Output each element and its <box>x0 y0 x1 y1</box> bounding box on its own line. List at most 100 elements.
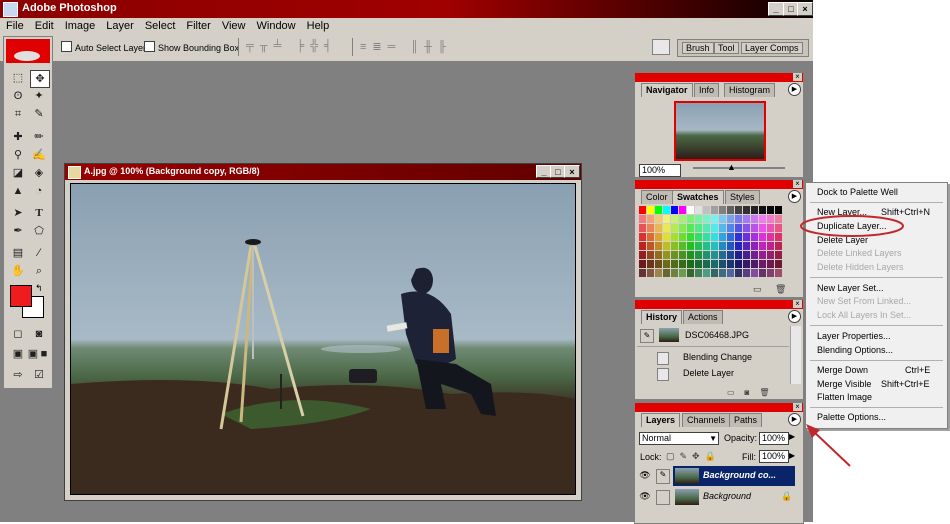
color-swatch[interactable] <box>639 233 646 241</box>
color-swatch[interactable] <box>735 251 742 259</box>
menu-item-blending-options[interactable]: Blending Options... <box>817 345 893 355</box>
layers-panel-titlebar[interactable]: × <box>635 403 803 412</box>
color-swatch[interactable] <box>751 206 758 214</box>
color-swatch[interactable] <box>711 260 718 268</box>
history-item[interactable]: Delete Layer <box>637 366 789 382</box>
navigator-menu-arrow-icon[interactable]: ▶ <box>788 83 801 96</box>
bounding-box-checkbox[interactable] <box>144 41 155 52</box>
color-swatch[interactable] <box>727 233 734 241</box>
color-swatch[interactable] <box>687 269 694 277</box>
color-swatch[interactable] <box>727 269 734 277</box>
color-swatch[interactable] <box>727 242 734 250</box>
lock-options-icons[interactable]: ▢✎✥🔒 <box>666 451 721 462</box>
history-snapshot-row[interactable]: ✎ DSC06468.JPG <box>637 326 789 347</box>
color-swatch[interactable] <box>743 206 750 214</box>
color-swatch[interactable] <box>695 215 702 223</box>
history-brush-tool-icon[interactable]: ✍ <box>30 147 48 163</box>
menu-item-layer-properties[interactable]: Layer Properties... <box>817 331 891 341</box>
tab-actions[interactable]: Actions <box>683 310 723 324</box>
link-box[interactable] <box>656 490 670 505</box>
color-swatch[interactable] <box>679 260 686 268</box>
color-swatch[interactable] <box>679 224 686 232</box>
history-close-icon[interactable]: × <box>793 300 802 308</box>
color-swatch[interactable] <box>663 260 670 268</box>
color-swatch[interactable] <box>759 233 766 241</box>
align-buttons-group[interactable]: ╤╥╧ ╞╬╡ <box>246 40 338 52</box>
color-swatch[interactable] <box>719 242 726 250</box>
tab-layers[interactable]: Layers <box>641 413 681 427</box>
color-swatch[interactable] <box>711 242 718 250</box>
menu-image[interactable]: Image <box>59 18 101 32</box>
color-swatch[interactable] <box>735 206 742 214</box>
tab-info[interactable]: Info <box>694 83 720 97</box>
color-swatch[interactable] <box>727 251 734 259</box>
color-swatch[interactable] <box>767 251 774 259</box>
color-swatch[interactable] <box>687 233 694 241</box>
color-swatch[interactable] <box>727 215 734 223</box>
color-swatch[interactable] <box>663 242 670 250</box>
zoom-slider-thumb-icon[interactable]: ▲ <box>727 162 736 172</box>
marquee-tool-icon[interactable]: ⬚ <box>9 70 27 86</box>
layer-name[interactable]: Background co... <box>703 470 776 480</box>
tab-styles[interactable]: Styles <box>725 190 760 204</box>
color-swatch[interactable] <box>759 206 766 214</box>
opacity-field[interactable]: 100% <box>759 432 789 445</box>
color-swatch[interactable] <box>775 233 782 241</box>
eyedropper-tool-icon[interactable]: ⁄ <box>30 245 48 261</box>
color-swatch[interactable] <box>703 224 710 232</box>
menu-item-flatten-image[interactable]: Flatten Image <box>817 392 872 402</box>
navigator-panel-titlebar[interactable]: × <box>635 73 803 82</box>
close-button[interactable]: × <box>797 2 813 16</box>
slice-tool-icon[interactable]: ✎ <box>30 106 48 122</box>
lasso-tool-icon[interactable]: ʘ <box>9 88 27 104</box>
color-swatch[interactable] <box>703 242 710 250</box>
color-swatch[interactable] <box>759 260 766 268</box>
clone-stamp-tool-icon[interactable]: ⚲ <box>9 147 27 163</box>
color-swatch[interactable] <box>655 242 662 250</box>
color-swatch[interactable] <box>639 224 646 232</box>
blur-tool-icon[interactable]: ▲ <box>9 183 27 199</box>
tab-paths[interactable]: Paths <box>729 413 763 427</box>
color-swatch[interactable] <box>711 224 718 232</box>
crop-tool-icon[interactable]: ⌗ <box>9 106 27 122</box>
color-swatch[interactable] <box>719 206 726 214</box>
menu-item-new-layer[interactable]: New Layer... Shift+Ctrl+N <box>817 207 930 217</box>
fill-field[interactable]: 100% <box>759 450 789 463</box>
color-swatch[interactable] <box>695 206 702 214</box>
paint-bucket-tool-icon[interactable]: ◈ <box>30 165 48 181</box>
color-swatch[interactable] <box>775 215 782 223</box>
swatches-close-icon[interactable]: × <box>793 180 802 188</box>
navigator-zoom-field[interactable]: 100% <box>639 164 681 177</box>
color-swatch[interactable] <box>775 242 782 250</box>
color-swatch[interactable] <box>687 206 694 214</box>
color-swatch[interactable] <box>703 215 710 223</box>
color-swatch[interactable] <box>671 260 678 268</box>
color-swatch[interactable] <box>751 242 758 250</box>
color-swatch[interactable] <box>775 269 782 277</box>
color-swatch[interactable] <box>639 269 646 277</box>
color-swatch[interactable] <box>679 251 686 259</box>
color-swatch[interactable] <box>695 251 702 259</box>
menu-item-palette-options[interactable]: Palette Options... <box>817 412 886 422</box>
color-swatch[interactable] <box>767 215 774 223</box>
opacity-slider-arrow-icon[interactable]: ▶ <box>789 432 795 441</box>
color-swatch[interactable] <box>775 206 782 214</box>
history-brush-source-icon[interactable]: ✎ <box>640 329 654 343</box>
show-bounding-box-option[interactable]: Show Bounding Box <box>144 41 239 54</box>
blend-mode-select[interactable]: Normal ▼ <box>639 432 719 445</box>
color-swatch[interactable] <box>759 242 766 250</box>
color-swatch[interactable] <box>711 215 718 223</box>
color-swatch[interactable] <box>703 269 710 277</box>
history-menu-arrow-icon[interactable]: ▶ <box>788 310 801 323</box>
color-swatch[interactable] <box>695 269 702 277</box>
color-swatch[interactable] <box>655 251 662 259</box>
tab-navigator[interactable]: Navigator <box>641 83 693 97</box>
dodge-tool-icon[interactable]: ◔ <box>30 183 48 199</box>
color-swatch[interactable] <box>679 242 686 250</box>
color-swatch[interactable] <box>735 215 742 223</box>
color-swatch[interactable] <box>767 242 774 250</box>
color-swatch[interactable] <box>639 206 646 214</box>
color-swatch[interactable] <box>687 260 694 268</box>
type-tool-icon[interactable]: T <box>30 205 48 221</box>
color-swatch[interactable] <box>663 233 670 241</box>
